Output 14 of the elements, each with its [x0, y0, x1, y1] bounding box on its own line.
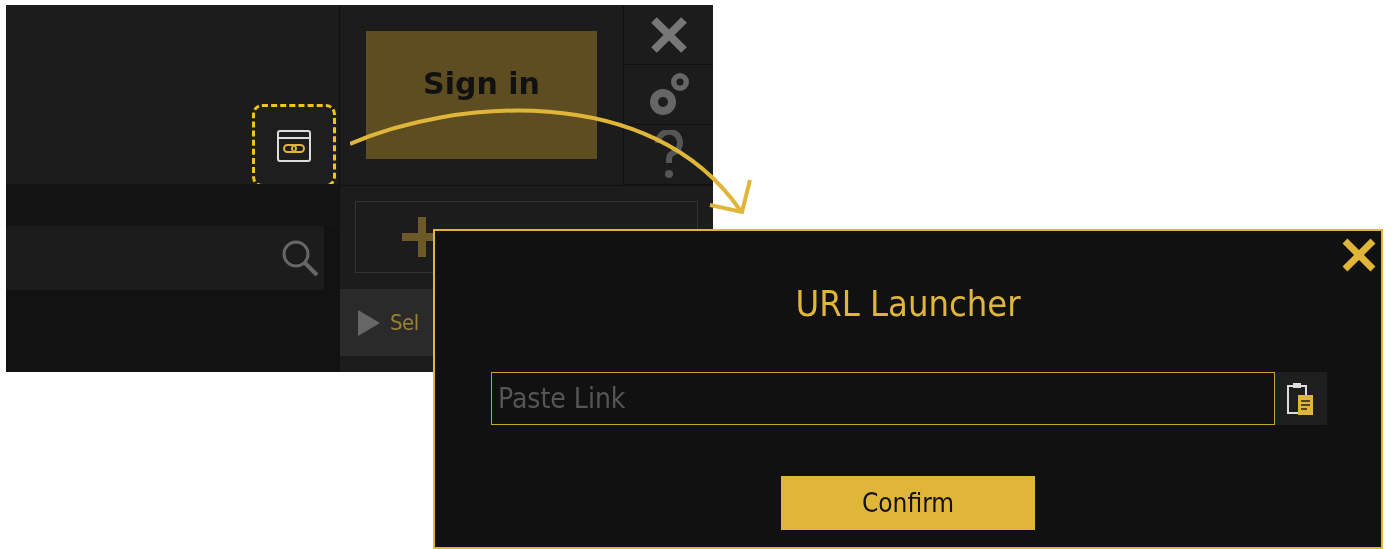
confirm-button[interactable]: Confirm	[781, 476, 1035, 530]
dialog-title: URL Launcher	[795, 283, 1021, 324]
question-mark-icon	[653, 129, 684, 180]
play-icon	[356, 307, 382, 338]
clipboard-icon	[1286, 380, 1316, 417]
link-field[interactable]: Paste Link	[491, 372, 1275, 425]
link-window-icon	[276, 128, 312, 163]
close-button[interactable]	[1341, 237, 1377, 273]
paste-button[interactable]	[1275, 372, 1327, 425]
search-field[interactable]	[6, 226, 324, 290]
close-icon	[1341, 237, 1377, 273]
url-launcher-button[interactable]	[252, 104, 336, 187]
search-icon	[280, 238, 320, 278]
close-icon	[648, 14, 689, 55]
